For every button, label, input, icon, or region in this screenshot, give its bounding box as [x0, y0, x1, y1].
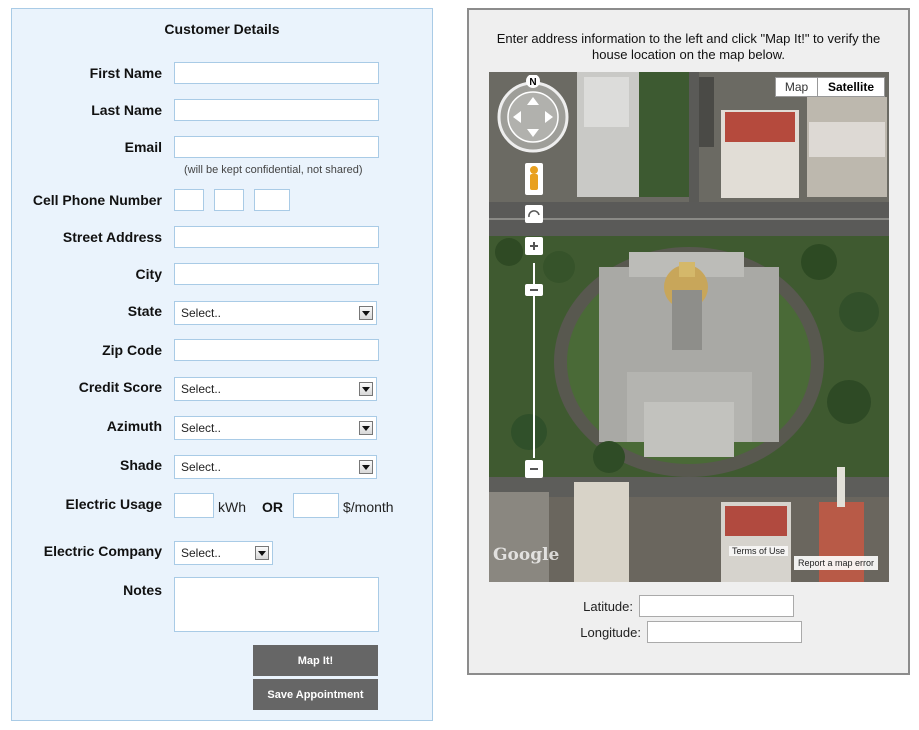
map-type-map-button[interactable]: Map [775, 77, 818, 97]
map-panel: Enter address information to the left an… [467, 8, 910, 675]
email-label: Email [124, 139, 162, 155]
customer-details-form: Customer Details First Name Last Name Em… [11, 8, 433, 721]
electric-company-label: Electric Company [43, 543, 162, 559]
google-logo: Google [493, 545, 560, 565]
shade-select[interactable]: Select.. [174, 455, 377, 479]
azimuth-select-value: Select.. [181, 421, 222, 435]
street-address-input[interactable] [174, 226, 379, 248]
report-map-error-link[interactable]: Report a map error [794, 556, 879, 570]
zip-code-label: Zip Code [102, 342, 162, 358]
state-select-value: Select.. [181, 306, 222, 320]
azimuth-select[interactable]: Select.. [174, 416, 377, 440]
chevron-down-icon[interactable] [359, 460, 373, 474]
longitude-input[interactable] [647, 621, 802, 643]
map-instructions: Enter address information to the left an… [496, 31, 881, 62]
phone-prefix-input[interactable] [214, 189, 244, 211]
save-appointment-button[interactable]: Save Appointment [253, 679, 378, 710]
latitude-input[interactable] [639, 595, 794, 617]
chevron-down-icon[interactable] [255, 546, 269, 560]
email-note: (will be kept confidential, not shared) [184, 164, 363, 176]
chevron-down-icon[interactable] [359, 382, 373, 396]
phone-area-code-input[interactable] [174, 189, 204, 211]
latitude-label: Latitude: [583, 599, 633, 614]
terms-of-use-link[interactable]: Terms of Use [729, 546, 789, 556]
electric-company-select[interactable]: Select.. [174, 541, 273, 565]
first-name-input[interactable] [174, 62, 379, 84]
notes-label: Notes [123, 582, 162, 598]
shade-select-value: Select.. [181, 460, 222, 474]
credit-score-select-value: Select.. [181, 382, 222, 396]
shade-label: Shade [119, 457, 162, 473]
credit-score-select[interactable]: Select.. [174, 377, 377, 401]
city-input[interactable] [174, 263, 379, 285]
azimuth-label: Azimuth [106, 418, 162, 434]
pan-control[interactable] [499, 84, 569, 154]
zip-code-input[interactable] [174, 339, 379, 361]
map-type-satellite-button[interactable]: Satellite [817, 77, 885, 97]
zoom-slider-handle[interactable] [525, 284, 543, 296]
electric-company-select-value: Select.. [181, 546, 222, 560]
rotate-icon[interactable] [525, 205, 543, 223]
cell-phone-label: Cell Phone Number [32, 192, 162, 208]
or-text: OR [262, 499, 283, 515]
city-label: City [135, 266, 162, 282]
notes-textarea[interactable] [174, 577, 379, 632]
phone-line-input[interactable] [254, 189, 290, 211]
last-name-input[interactable] [174, 99, 379, 121]
chevron-down-icon[interactable] [359, 421, 373, 435]
dollars-per-month-input[interactable] [293, 493, 339, 518]
kwh-input[interactable] [174, 493, 214, 518]
zoom-in-button[interactable] [525, 237, 543, 255]
form-title: Customer Details [164, 21, 280, 37]
email-input[interactable] [174, 136, 379, 158]
pegman-icon[interactable] [525, 163, 543, 195]
first-name-label: First Name [89, 65, 162, 81]
chevron-down-icon[interactable] [359, 306, 373, 320]
longitude-label: Longitude: [580, 625, 641, 640]
credit-score-label: Credit Score [78, 379, 162, 395]
satellite-map[interactable]: N Map Satellite Google Terms of Use Repo… [489, 72, 889, 582]
state-label: State [127, 303, 162, 319]
street-address-label: Street Address [62, 229, 162, 245]
map-it-button[interactable]: Map It! [253, 645, 378, 676]
state-select[interactable]: Select.. [174, 301, 377, 325]
electric-usage-label: Electric Usage [65, 496, 163, 512]
zoom-out-button[interactable] [525, 460, 543, 478]
kwh-unit: kWh [218, 499, 246, 515]
last-name-label: Last Name [91, 102, 162, 118]
dollars-per-month-unit: $/month [343, 499, 394, 515]
